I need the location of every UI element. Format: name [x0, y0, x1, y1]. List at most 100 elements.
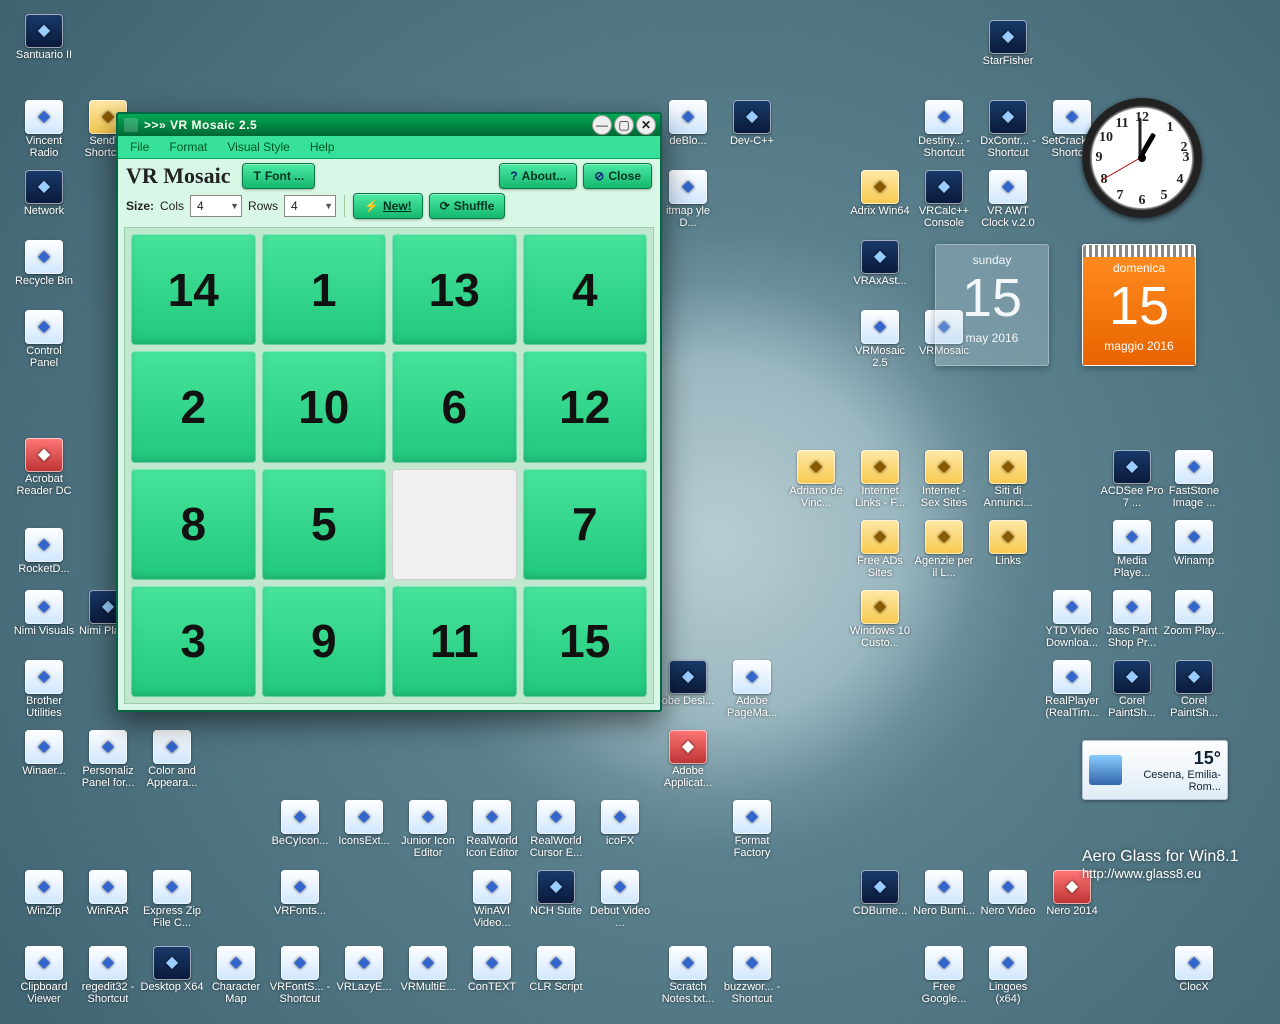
- cols-select[interactable]: 4▼: [190, 195, 242, 217]
- menu-visual-style[interactable]: Visual Style: [217, 138, 299, 156]
- desktop-icon[interactable]: ◆Acrobat Reader DC: [12, 438, 76, 498]
- desktop-icon[interactable]: ◆VRAxAst...: [848, 240, 912, 300]
- desktop-icon[interactable]: ◆Express Zip File C...: [140, 870, 204, 930]
- puzzle-tile[interactable]: 14: [131, 234, 256, 345]
- calendar-gadget-orange[interactable]: domenica 15 maggio 2016: [1082, 244, 1196, 366]
- desktop-icon[interactable]: ◆Adobe Applicat...: [656, 730, 720, 790]
- puzzle-tile[interactable]: 5: [262, 469, 387, 580]
- weather-gadget[interactable]: 15° Cesena, Emilia-Rom...: [1082, 740, 1228, 800]
- maximize-button[interactable]: ▢: [614, 115, 634, 135]
- desktop-icon[interactable]: ◆Santuario II: [12, 14, 76, 74]
- desktop-icon[interactable]: ◆Debut Video ...: [588, 870, 652, 930]
- puzzle-tile[interactable]: 4: [523, 234, 648, 345]
- desktop-icon[interactable]: ◆Free Google...: [912, 946, 976, 1006]
- menu-help[interactable]: Help: [300, 138, 345, 156]
- desktop-icon[interactable]: ◆VR AWT Clock v.2.0: [976, 170, 1040, 230]
- desktop-icon[interactable]: ◆Corel PaintSh...: [1100, 660, 1164, 720]
- desktop-icon[interactable]: ◆Network: [12, 170, 76, 230]
- desktop-icon[interactable]: ◆Media Playe...: [1100, 520, 1164, 580]
- desktop-icon[interactable]: ◆Windows 10 Custo...: [848, 590, 912, 650]
- close-button[interactable]: ✕: [636, 115, 656, 135]
- desktop-icon[interactable]: ◆IconsExt...: [332, 800, 396, 860]
- desktop-icon[interactable]: ◆DxContr... - Shortcut: [976, 100, 1040, 160]
- new-button[interactable]: ⚡New!: [353, 193, 423, 219]
- desktop-icon[interactable]: ◆Clipboard Viewer: [12, 946, 76, 1006]
- puzzle-tile[interactable]: 2: [131, 351, 256, 462]
- desktop-icon[interactable]: ◆Dev-C++: [720, 100, 784, 160]
- shuffle-button[interactable]: ⟳Shuffle: [429, 193, 506, 219]
- desktop-icon[interactable]: ◆CDBurne...: [848, 870, 912, 930]
- desktop-icon[interactable]: ◆RealWorld Cursor E...: [524, 800, 588, 860]
- desktop-icon[interactable]: ◆Recycle Bin: [12, 240, 76, 300]
- puzzle-tile[interactable]: 7: [523, 469, 648, 580]
- desktop-icon[interactable]: ◆Nero Burni...: [912, 870, 976, 930]
- desktop-icon[interactable]: ◆StarFisher: [976, 20, 1040, 80]
- about-button[interactable]: ?About...: [499, 163, 577, 189]
- desktop-icon[interactable]: ◆Desktop X64: [140, 946, 204, 1006]
- desktop-icon[interactable]: ◆Control Panel: [12, 310, 76, 370]
- desktop-icon[interactable]: ◆Color and Appeara...: [140, 730, 204, 790]
- desktop-icon[interactable]: ◆Destiny... - Shortcut: [912, 100, 976, 160]
- desktop-icon[interactable]: ◆Character Map: [204, 946, 268, 1006]
- desktop-icon[interactable]: ◆WinZip: [12, 870, 76, 930]
- calendar-gadget-light[interactable]: sunday 15 may 2016: [935, 244, 1049, 366]
- puzzle-tile[interactable]: 6: [392, 351, 517, 462]
- desktop-icon[interactable]: ◆Internet - Sex Sites: [912, 450, 976, 510]
- desktop-icon[interactable]: ◆VRMosaic 2.5: [848, 310, 912, 370]
- desktop-icon[interactable]: ◆WinRAR: [76, 870, 140, 930]
- minimize-button[interactable]: —: [592, 115, 612, 135]
- puzzle-tile[interactable]: 10: [262, 351, 387, 462]
- desktop-icon[interactable]: ◆Free ADs Sites: [848, 520, 912, 580]
- desktop-icon[interactable]: ◆Scratch Notes.txt...: [656, 946, 720, 1006]
- desktop-icon[interactable]: ◆Corel PaintSh...: [1162, 660, 1226, 720]
- desktop-icon[interactable]: ◆WinAVI Video...: [460, 870, 524, 930]
- desktop-icon[interactable]: ◆RealWorld Icon Editor: [460, 800, 524, 860]
- desktop-icon[interactable]: ◆deBlo...: [656, 100, 720, 160]
- desktop-icon[interactable]: ◆icoFX: [588, 800, 652, 860]
- desktop-icon[interactable]: ◆Personaliz Panel for...: [76, 730, 140, 790]
- desktop-icon[interactable]: ◆YTD Video Downloa...: [1040, 590, 1104, 650]
- desktop-icon[interactable]: ◆FastStone Image ...: [1162, 450, 1226, 510]
- puzzle-tile[interactable]: 13: [392, 234, 517, 345]
- desktop-icon[interactable]: ◆Nimi Visuals: [12, 590, 76, 650]
- puzzle-tile[interactable]: 15: [523, 586, 648, 697]
- desktop-icon[interactable]: ◆Nero Video: [976, 870, 1040, 930]
- desktop-icon[interactable]: ◆Winamp: [1162, 520, 1226, 580]
- rows-select[interactable]: 4▼: [284, 195, 336, 217]
- desktop-icon[interactable]: ◆regedit32 - Shortcut: [76, 946, 140, 1006]
- desktop-icon[interactable]: ◆buzzwor... - Shortcut: [720, 946, 784, 1006]
- puzzle-tile[interactable]: 8: [131, 469, 256, 580]
- desktop-icon[interactable]: ◆Links: [976, 520, 1040, 580]
- desktop-icon[interactable]: ◆NCH Suite: [524, 870, 588, 930]
- desktop-icon[interactable]: ◆itmap yle D...: [656, 170, 720, 230]
- puzzle-tile[interactable]: 11: [392, 586, 517, 697]
- desktop-icon[interactable]: ◆Siti di Annunci...: [976, 450, 1040, 510]
- puzzle-tile[interactable]: 9: [262, 586, 387, 697]
- desktop-icon[interactable]: ◆Internet Links - F...: [848, 450, 912, 510]
- font-button[interactable]: TFont ...: [242, 163, 315, 189]
- desktop-icon[interactable]: ◆CLR Script: [524, 946, 588, 1006]
- vrmosaic-window[interactable]: >>» VR Mosaic 2.5 — ▢ ✕ File Format Visu…: [116, 112, 662, 712]
- desktop-icon[interactable]: ◆ConTEXT: [460, 946, 524, 1006]
- titlebar[interactable]: >>» VR Mosaic 2.5 — ▢ ✕: [118, 114, 660, 136]
- desktop-icon[interactable]: ◆Brother Utilities: [12, 660, 76, 720]
- desktop-icon[interactable]: ◆VRFontS... - Shortcut: [268, 946, 332, 1006]
- desktop-icon[interactable]: ◆BeCyIcon...: [268, 800, 332, 860]
- desktop-icon[interactable]: ◆VRLazyE...: [332, 946, 396, 1006]
- puzzle-tile[interactable]: 12: [523, 351, 648, 462]
- menu-file[interactable]: File: [120, 138, 159, 156]
- desktop-icon[interactable]: ◆Junior Icon Editor: [396, 800, 460, 860]
- desktop-icon[interactable]: ◆Adriano de Vinc...: [784, 450, 848, 510]
- desktop-icon[interactable]: ◆Vincent Radio: [12, 100, 76, 160]
- desktop-icon[interactable]: ◆Agenzie per il L...: [912, 520, 976, 580]
- desktop-icon[interactable]: ◆Adobe PageMa...: [720, 660, 784, 720]
- desktop-icon[interactable]: ◆ACDSee Pro 7 ...: [1100, 450, 1164, 510]
- menu-format[interactable]: Format: [159, 138, 217, 156]
- desktop-icon[interactable]: ◆VRFonts...: [268, 870, 332, 930]
- desktop-icon[interactable]: ◆RealPlayer (RealTim...: [1040, 660, 1104, 720]
- analog-clock-gadget[interactable]: 12 1 2 3 4 5 6 7 8 9 10 11: [1082, 98, 1202, 218]
- desktop-icon[interactable]: ◆Zoom Play...: [1162, 590, 1226, 650]
- puzzle-tile[interactable]: 3: [131, 586, 256, 697]
- desktop-icon[interactable]: ◆Format Factory: [720, 800, 784, 860]
- desktop-icon[interactable]: ◆Adrix Win64: [848, 170, 912, 230]
